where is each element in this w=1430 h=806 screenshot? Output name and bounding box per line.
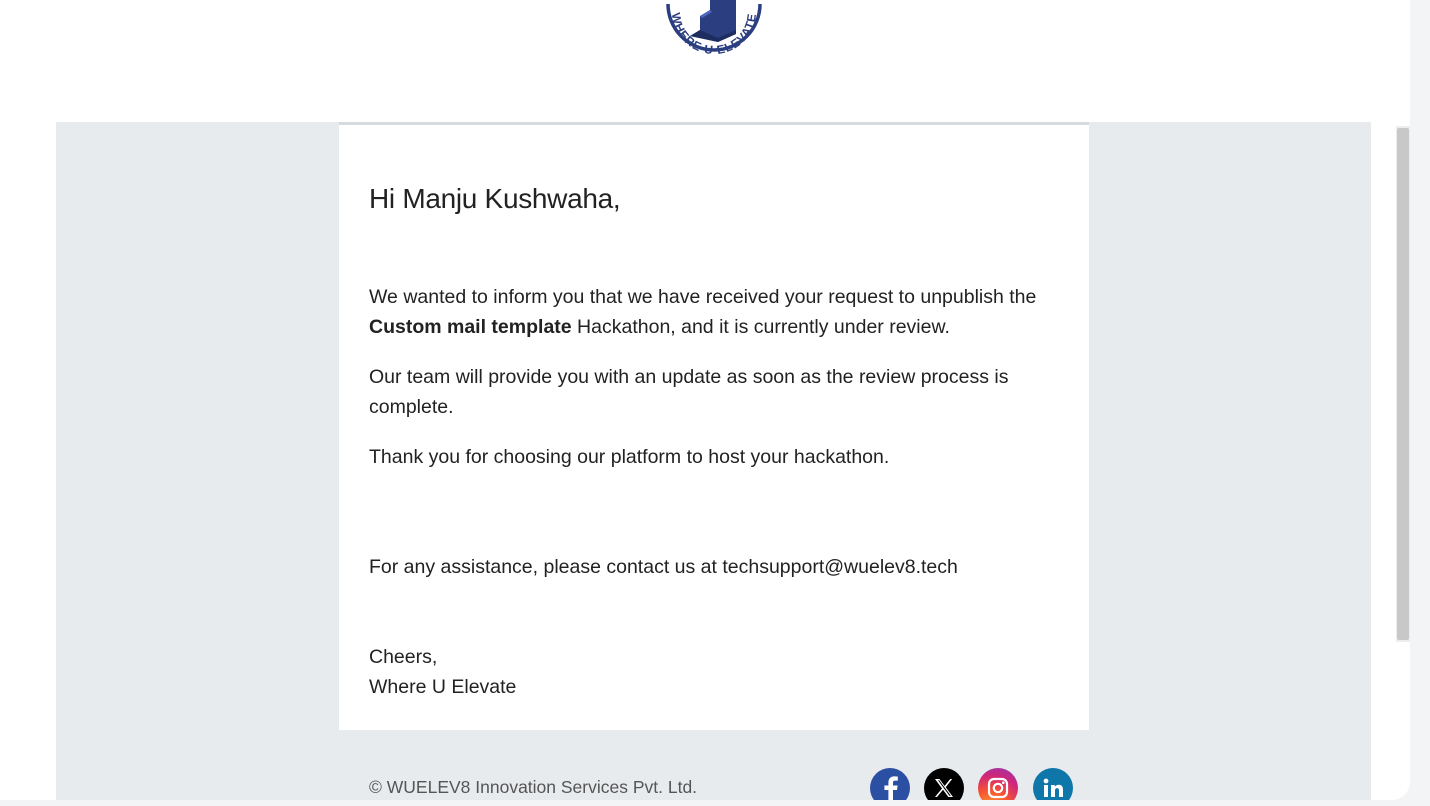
- instagram-link[interactable]: [978, 768, 1018, 800]
- x-icon: [935, 779, 953, 797]
- email-paragraph-unpublish-request: We wanted to inform you that we have rec…: [369, 286, 1037, 338]
- hackathon-name: Custom mail template: [369, 316, 572, 338]
- scrollbar-thumb[interactable]: [1397, 128, 1409, 640]
- facebook-link[interactable]: [870, 768, 910, 800]
- linkedin-icon: [1043, 778, 1063, 797]
- email-assistance-line: For any assistance, please contact us at…: [369, 556, 958, 578]
- email-signoff: Cheers, Where U Elevate: [369, 642, 1069, 702]
- x-link[interactable]: [924, 768, 964, 800]
- email-viewport: WHERE U ELEVATE Hi Manju Kushwaha, We wa…: [0, 0, 1410, 800]
- header-logo-area: WHERE U ELEVATE: [0, 0, 1410, 122]
- email-card: Hi Manju Kushwaha, We wanted to inform y…: [339, 122, 1089, 730]
- footer-copyright: © WUELEV8 Innovation Services Pvt. Ltd.: [369, 777, 698, 797]
- signoff-text: Cheers,: [369, 646, 438, 668]
- signature-text: Where U Elevate: [369, 676, 517, 698]
- linkedin-link[interactable]: [1033, 768, 1073, 800]
- email-greeting: Hi Manju Kushwaha,: [369, 183, 621, 214]
- instagram-icon: [987, 777, 1009, 799]
- email-paragraph-update: Our team will provide you with an update…: [369, 366, 1009, 418]
- email-paragraph-thanks: Thank you for choosing our platform to h…: [369, 446, 890, 468]
- wuelev8-logo: WHERE U ELEVATE: [666, 0, 762, 57]
- facebook-icon: [884, 776, 898, 800]
